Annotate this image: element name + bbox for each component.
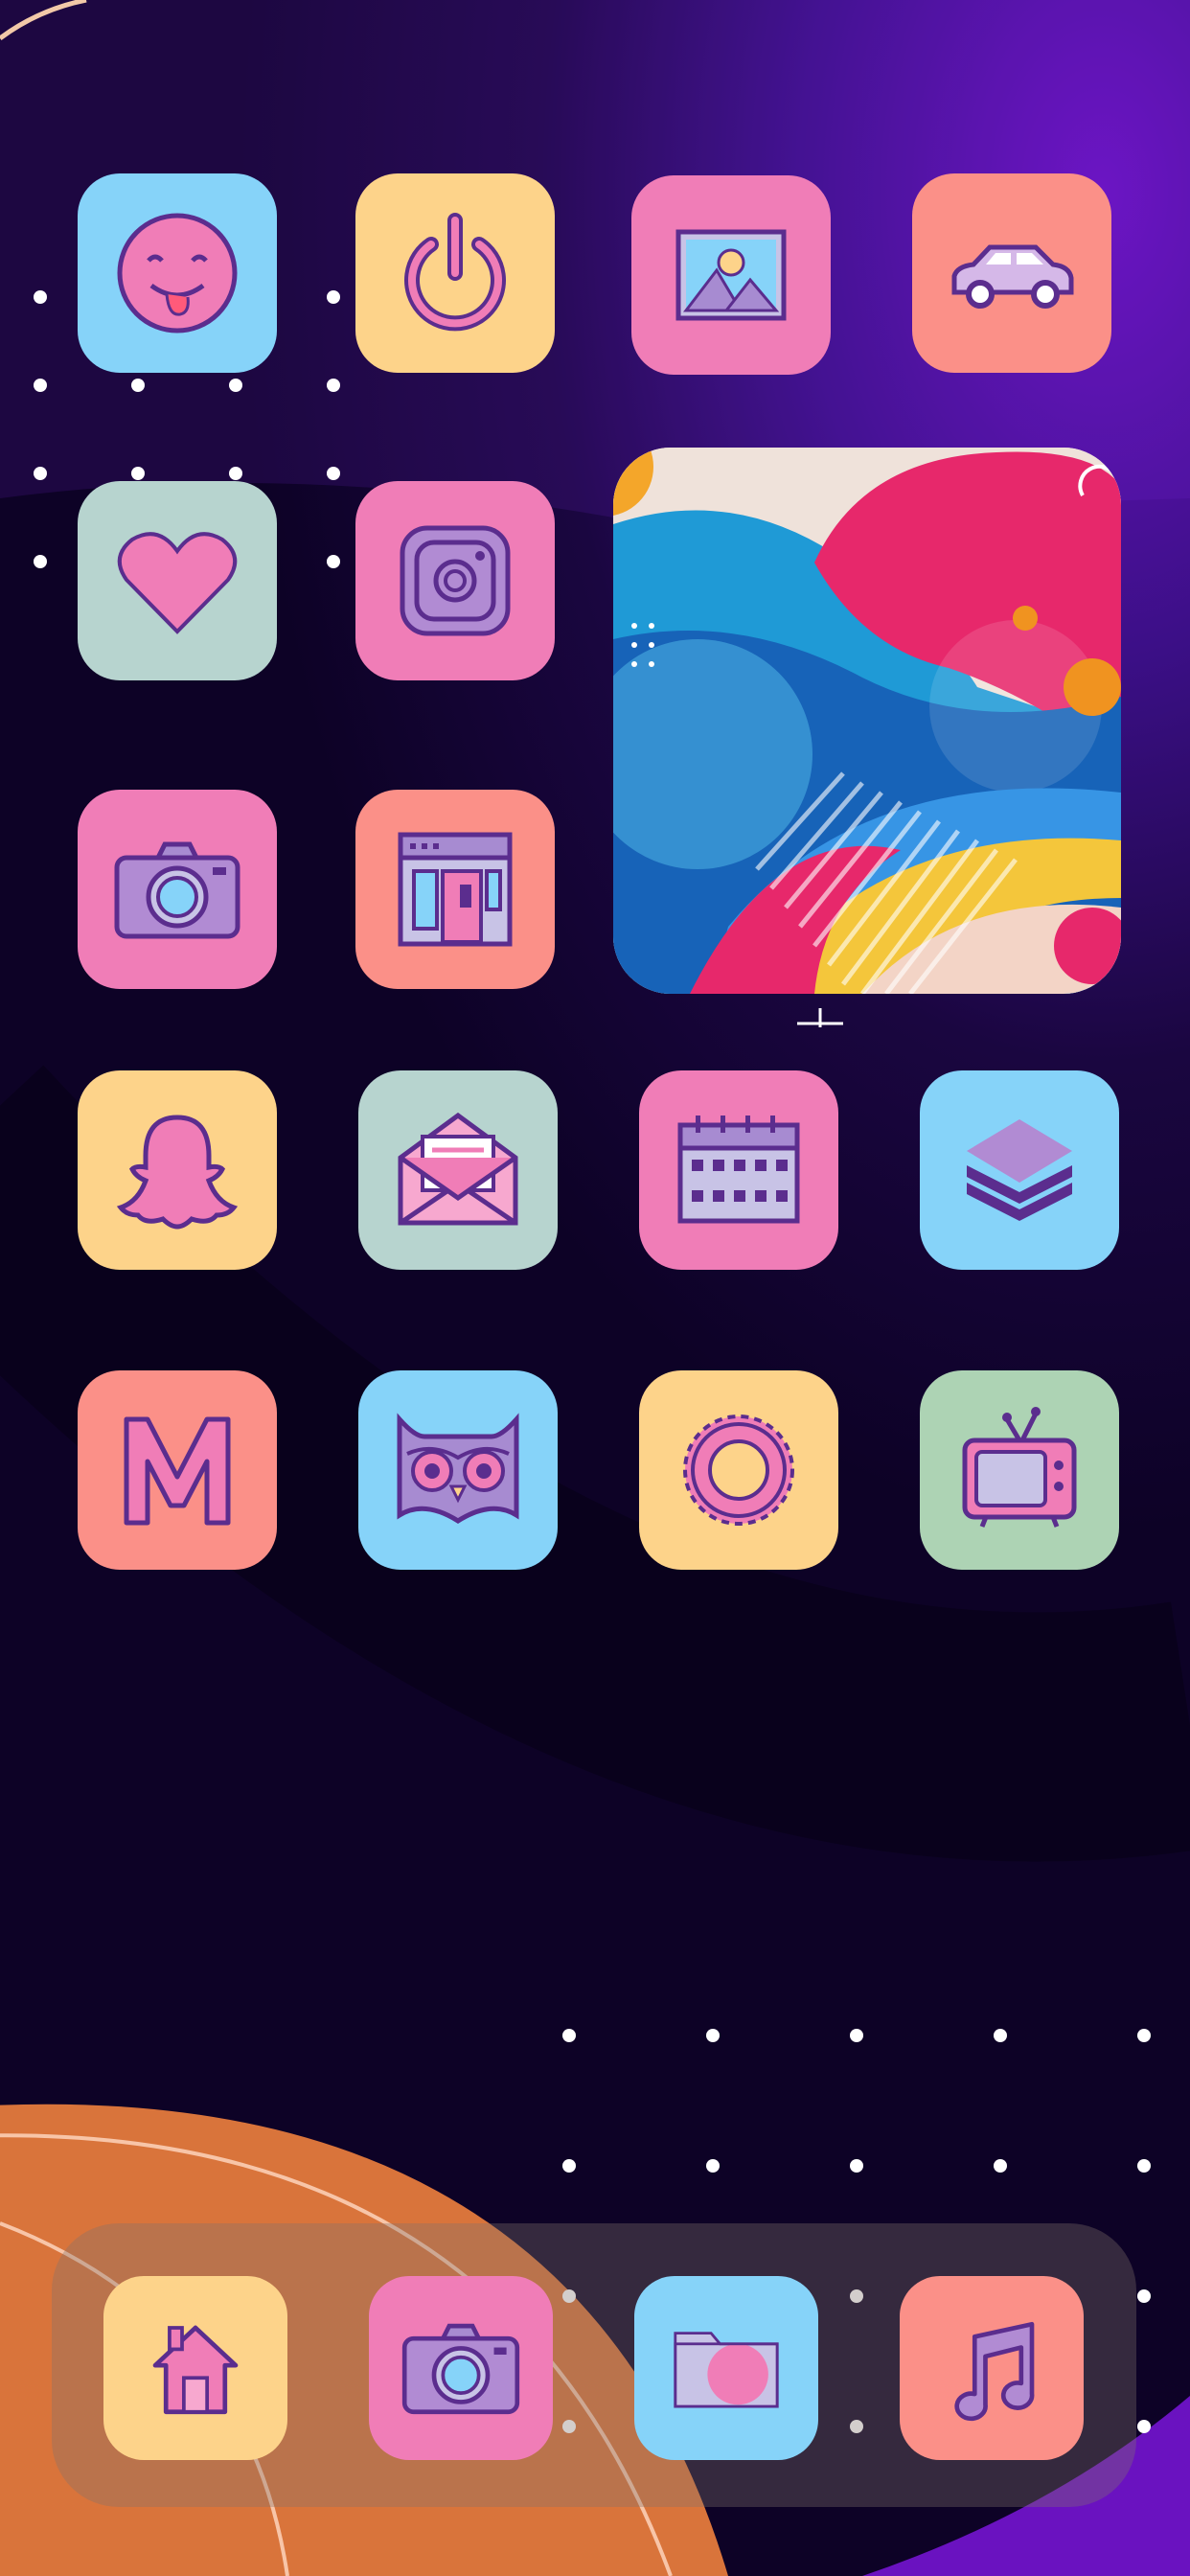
decorative-dot	[131, 379, 145, 392]
decorative-dot	[994, 2159, 1007, 2173]
decorative-dot	[994, 2029, 1007, 2042]
emoji-app-icon[interactable]	[78, 173, 277, 373]
tv-icon	[962, 1407, 1077, 1528]
ghost-icon	[116, 1115, 239, 1230]
decorative-dot	[562, 2029, 576, 2042]
decorative-dot	[1137, 2029, 1151, 2042]
camera-icon	[114, 841, 240, 939]
calendar-icon	[677, 1116, 800, 1224]
tongue-emoji-icon	[117, 213, 238, 334]
health-app-icon[interactable]	[78, 481, 277, 680]
heart-icon	[117, 532, 238, 634]
decorative-dot	[562, 2159, 576, 2173]
car-app-icon[interactable]	[912, 173, 1111, 373]
decorative-dot	[229, 379, 242, 392]
browser-icon	[398, 832, 513, 947]
files-app-icon[interactable]	[634, 2276, 818, 2460]
decorative-dot	[34, 290, 47, 304]
decorative-dot	[327, 467, 340, 480]
decorative-dot	[1137, 2420, 1151, 2433]
decorative-dot	[327, 379, 340, 392]
gmail-app-icon[interactable]	[78, 1370, 277, 1570]
picture-icon	[675, 229, 787, 321]
owl-app-icon[interactable]	[358, 1370, 558, 1570]
decorative-dot	[1137, 2289, 1151, 2303]
decorative-dot	[131, 467, 145, 480]
camera-app-icon[interactable]	[78, 790, 277, 989]
photos-app-icon[interactable]	[631, 175, 831, 375]
decorative-dot	[229, 467, 242, 480]
envelope-icon	[398, 1112, 518, 1226]
owl-icon	[397, 1413, 519, 1524]
wallpaper-curves	[0, 0, 1190, 2576]
dock-camera-app-icon[interactable]	[369, 2276, 553, 2460]
decorative-dot	[850, 2159, 863, 2173]
instagram-app-icon[interactable]	[355, 481, 555, 680]
instagram-icon	[400, 525, 511, 636]
calendar-app-icon[interactable]	[639, 1070, 838, 1270]
decorative-dot	[327, 290, 340, 304]
browser-app-icon[interactable]	[355, 790, 555, 989]
music-app-icon[interactable]	[900, 2276, 1084, 2460]
decorative-dot	[1137, 2159, 1151, 2173]
decorative-dot	[34, 379, 47, 392]
layers-icon	[967, 1119, 1072, 1221]
decorative-dot	[327, 555, 340, 568]
power-icon	[404, 213, 506, 332]
gear-icon	[683, 1414, 794, 1526]
decorative-dot	[34, 555, 47, 568]
folder-icon	[674, 2332, 779, 2408]
power-app-icon[interactable]	[355, 173, 555, 373]
tv-app-icon[interactable]	[920, 1370, 1119, 1570]
home-screen	[0, 0, 1190, 2576]
decorative-dot	[706, 2159, 720, 2173]
camera-icon	[401, 2323, 520, 2415]
letter-m-icon	[124, 1416, 231, 1526]
car-icon	[951, 244, 1074, 309]
layers-app-icon[interactable]	[920, 1070, 1119, 1270]
settings-app-icon[interactable]	[639, 1370, 838, 1570]
mail-app-icon[interactable]	[358, 1070, 558, 1270]
decorative-dot	[34, 467, 47, 480]
widget-stack-indicator	[797, 1008, 843, 1027]
abstract-art-photo-widget[interactable]	[613, 448, 1121, 994]
home-app-icon[interactable]	[103, 2276, 287, 2460]
decorative-dot	[706, 2029, 720, 2042]
abstract-wave-artwork	[613, 448, 1121, 994]
house-icon	[152, 2325, 239, 2415]
music-note-icon	[954, 2321, 1035, 2422]
snapchat-app-icon[interactable]	[78, 1070, 277, 1270]
dock	[52, 2223, 1136, 2507]
decorative-dot	[850, 2029, 863, 2042]
